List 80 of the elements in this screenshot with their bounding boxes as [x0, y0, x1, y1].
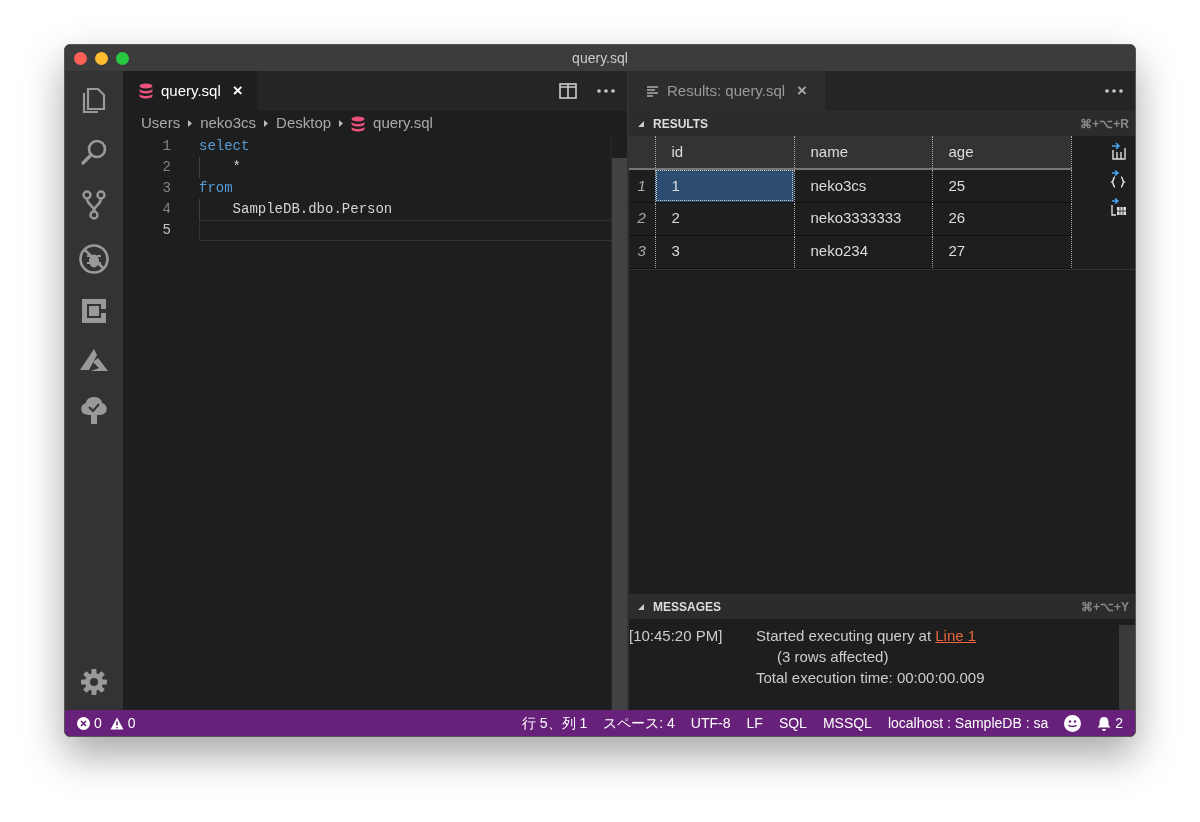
chevron-icon	[263, 119, 270, 128]
breadcrumb-item[interactable]: query.sql	[373, 112, 433, 135]
status-item[interactable]: SQL	[778, 712, 807, 734]
message-text: (3 rows affected)	[777, 647, 889, 668]
zoom-window-button[interactable]	[116, 51, 129, 65]
column-header[interactable]: age	[932, 136, 1071, 169]
warning-icon	[109, 716, 124, 730]
editor-tab[interactable]: query.sql ×	[123, 71, 257, 111]
code-line: from	[199, 179, 234, 198]
minimize-window-button[interactable]	[95, 51, 108, 65]
database-icon	[351, 115, 366, 132]
table-cell[interactable]: neko234	[794, 235, 932, 268]
line-number: 3	[161, 179, 171, 198]
notifications-button[interactable]: 2	[1097, 712, 1123, 734]
column-header[interactable]: name	[794, 136, 932, 169]
keyboard-shortcut: ⌘+⌥+R	[1080, 115, 1129, 133]
table-cell[interactable]: 3	[655, 235, 794, 268]
list-icon	[647, 85, 659, 97]
chevron-icon	[187, 119, 194, 128]
line-number: 4	[161, 200, 171, 219]
messages-header[interactable]: MESSAGES ⌘+⌥+Y	[629, 594, 1135, 619]
line-link[interactable]: Line 1	[935, 627, 977, 645]
scrollbar[interactable]	[611, 136, 627, 710]
source-control-icon[interactable]	[79, 189, 109, 221]
close-icon[interactable]: ×	[228, 78, 247, 104]
settings-icon[interactable]	[80, 668, 108, 696]
table-cell[interactable]: 2	[655, 202, 794, 235]
search-icon[interactable]	[79, 137, 109, 167]
timestamp: [10:45:20 PM]	[629, 626, 724, 647]
line-number: 1	[161, 137, 171, 156]
extensions-icon[interactable]	[80, 297, 108, 325]
table-cell[interactable]: neko3333333	[794, 202, 932, 235]
table-cell[interactable]: neko3cs	[794, 169, 932, 202]
debug-icon[interactable]	[78, 243, 110, 275]
error-icon	[77, 716, 90, 730]
results-tab[interactable]: Results: query.sql ×	[629, 71, 826, 111]
code-line: SampleDB.dbo.Person	[199, 199, 611, 220]
collapse-icon[interactable]	[637, 119, 645, 128]
table-cell[interactable]: 27	[932, 235, 1071, 268]
status-item[interactable]: MSSQL	[822, 712, 872, 734]
message-text: Total execution time: 00:00:00.009	[756, 668, 985, 689]
row-number: 3	[629, 235, 655, 268]
window-title: query.sql	[572, 48, 628, 68]
status-item[interactable]: localhost : SampleDB : sa	[887, 712, 1049, 734]
message-text: Started executing query at Line 1	[756, 626, 977, 647]
bell-icon	[1097, 715, 1112, 731]
line-number: 5	[161, 221, 171, 240]
scrollbar[interactable]	[1119, 625, 1135, 710]
column-header[interactable]: id	[655, 136, 794, 169]
save-excel-icon[interactable]	[1109, 198, 1127, 216]
save-json-icon[interactable]	[1109, 170, 1127, 188]
save-csv-icon[interactable]	[1109, 142, 1127, 160]
line-number: 2	[161, 158, 171, 177]
more-icon[interactable]	[597, 89, 615, 93]
breadcrumb-item[interactable]: neko3cs	[200, 112, 257, 135]
code-line: *	[199, 157, 611, 178]
problems-button[interactable]: 0 0	[77, 712, 136, 734]
more-icon[interactable]	[1105, 89, 1123, 93]
row-number: 2	[629, 202, 655, 235]
status-item[interactable]: UTF-8	[690, 712, 731, 734]
keyboard-shortcut: ⌘+⌥+Y	[1080, 598, 1129, 616]
code-line: select	[199, 137, 251, 156]
triangle-logo-icon[interactable]	[78, 347, 110, 373]
results-header[interactable]: RESULTS ⌘+⌥+R	[629, 111, 1135, 136]
breadcrumb-item[interactable]: Users	[141, 112, 181, 135]
collapse-icon[interactable]	[637, 602, 645, 611]
split-editor-icon[interactable]	[559, 83, 577, 99]
close-icon[interactable]: ×	[793, 78, 812, 104]
status-item[interactable]: スペース: 4	[603, 712, 675, 734]
smiley-icon[interactable]	[1064, 714, 1082, 732]
status-item[interactable]: LF	[746, 712, 763, 734]
close-window-button[interactable]	[74, 51, 87, 65]
table-cell[interactable]: 26	[932, 202, 1071, 235]
status-item[interactable]: 行 5、列 1	[521, 712, 588, 734]
chevron-icon	[338, 119, 345, 128]
tree-check-icon[interactable]	[79, 395, 109, 427]
table-cell[interactable]: 1	[655, 169, 794, 202]
table-cell[interactable]: 25	[932, 169, 1071, 202]
database-icon	[139, 83, 153, 99]
breadcrumb-item[interactable]: Desktop	[276, 112, 332, 135]
